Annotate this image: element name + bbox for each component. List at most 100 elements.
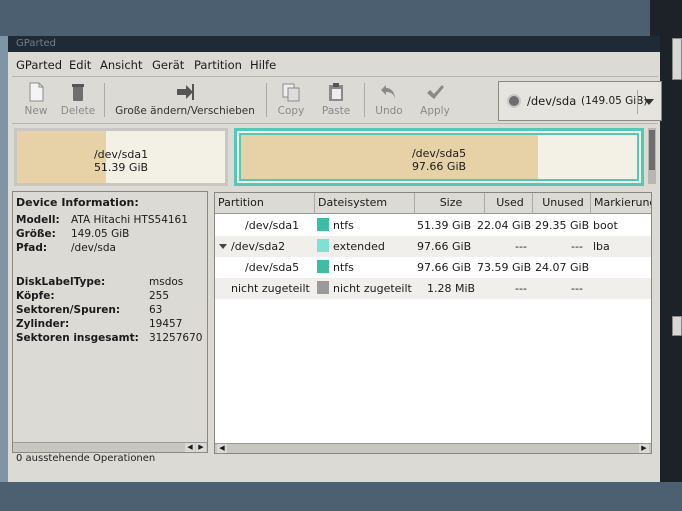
info-value: ATA Hitachi HTS54161 (71, 214, 188, 226)
cell-partition: nicht zugeteilt (231, 282, 310, 295)
column-header-used[interactable]: Used (485, 193, 533, 214)
device-info-title: Device Information: (16, 196, 139, 209)
expander-arrow-icon[interactable] (219, 244, 227, 249)
cell-flags: boot (593, 219, 618, 232)
disk-map-partition-sda5[interactable]: /dev/sda5 97.66 GiB (234, 128, 644, 186)
cell-used: 22.04 GiB (477, 219, 532, 232)
resize-move-button[interactable]: Große ändern/Verschieben (110, 79, 260, 121)
menu-bar: GParted Edit Ansicht Gerät Partition Hil… (8, 55, 660, 75)
partition-size: 51.39 GiB (93, 161, 149, 174)
column-header-partition[interactable]: Partition (215, 193, 315, 214)
new-document-icon (29, 82, 44, 102)
disk-map: /dev/sda1 51.39 GiB /dev/sda5 97.66 GiB (12, 126, 646, 186)
partition-table: Partition Dateisystem Size Used Unused M… (214, 192, 652, 454)
title-bar[interactable]: GParted (8, 36, 660, 52)
cell-unused: --- (571, 240, 583, 253)
cell-flags: lba (593, 240, 610, 253)
cell-partition: /dev/sda1 (245, 219, 300, 232)
paste-button[interactable]: Paste (318, 79, 354, 121)
cell-partition: /dev/sda5 (245, 261, 300, 274)
monitor-top-area (0, 0, 682, 36)
undo-arrow-icon (381, 85, 395, 99)
delete-button[interactable]: Delete (56, 79, 100, 121)
toolbar: New Delete Große ändern/Verschieben Copy… (12, 76, 662, 124)
disk-map-partition-sda5-inner: /dev/sda5 97.66 GiB (239, 133, 639, 181)
copy-button[interactable]: Copy (274, 79, 308, 121)
info-label: Sektoren insgesamt: (16, 332, 139, 344)
table-row[interactable]: /dev/sda1 ntfs 51.39 GiB 22.04 GiB 29.35… (215, 215, 651, 236)
copy-icon (282, 83, 300, 102)
cell-size: 51.39 GiB (417, 219, 472, 232)
info-value: 31257670 (149, 332, 203, 344)
harddisk-icon (507, 94, 521, 108)
cell-used: 73.59 GiB (477, 261, 532, 274)
disk-map-partition-sda1[interactable]: /dev/sda1 51.39 GiB (14, 128, 228, 186)
info-value: /dev/sda (71, 242, 116, 254)
menu-hilfe[interactable]: Hilfe (250, 58, 276, 72)
table-row[interactable]: /dev/sda2 extended 97.66 GiB --- --- lba (215, 236, 651, 257)
cell-size: 97.66 GiB (417, 240, 472, 253)
apply-button[interactable]: Apply (416, 79, 454, 121)
filesystem-color-swatch (317, 281, 329, 294)
menu-edit[interactable]: Edit (69, 58, 91, 72)
table-header: Partition Dateisystem Size Used Unused M… (215, 193, 651, 214)
column-header-flags[interactable]: Markierunge (591, 193, 651, 214)
device-selector[interactable]: /dev/sda (149.05 GiB) (498, 81, 662, 121)
info-label: Größe: (16, 228, 56, 240)
cell-used: --- (515, 282, 527, 295)
resize-arrow-icon (177, 84, 194, 100)
cell-unused: --- (571, 282, 583, 295)
column-header-unused[interactable]: Unused (533, 193, 591, 214)
cell-size: 1.28 MiB (427, 282, 476, 295)
cell-size: 97.66 GiB (417, 261, 472, 274)
partition-size: 97.66 GiB (411, 160, 467, 173)
gparted-window: GParted GParted Edit Ansicht Gerät Parti… (8, 36, 662, 482)
menu-gparted[interactable]: GParted (16, 58, 62, 72)
info-horizontal-scrollbar[interactable]: ◀ ▶ (13, 442, 207, 452)
info-label: Zylinder: (16, 318, 70, 330)
info-value: 255 (149, 290, 170, 302)
info-label: Köpfe: (16, 290, 55, 302)
menu-geraet[interactable]: Gerät (152, 58, 184, 72)
monitor-bottom-area (0, 482, 682, 511)
scroll-left-icon[interactable]: ◀ (185, 443, 195, 452)
filesystem-color-swatch (317, 239, 329, 252)
chevron-down-icon[interactable] (637, 90, 659, 114)
column-header-size[interactable]: Size (415, 193, 485, 214)
toolbar-separator (104, 83, 105, 117)
device-selector-name: /dev/sda (527, 94, 577, 108)
device-info-panel: Device Information: Modell: ATA Hitachi … (12, 191, 208, 453)
background-window-fragment (672, 38, 682, 80)
table-row[interactable]: nicht zugeteilt nicht zugeteilt 1.28 MiB… (215, 278, 651, 299)
cell-filesystem: ntfs (317, 215, 354, 236)
cell-filesystem: nicht zugeteilt (317, 278, 412, 299)
checkmark-icon (427, 85, 444, 99)
info-value: 149.05 GiB (71, 228, 130, 240)
status-bar: 0 ausstehende Operationen (16, 453, 156, 464)
disk-map-scrollbar[interactable] (648, 128, 656, 184)
info-label: Modell: (16, 214, 60, 226)
filesystem-color-swatch (317, 218, 329, 231)
column-header-filesystem[interactable]: Dateisystem (315, 193, 415, 214)
background-window-fragment (672, 316, 682, 336)
info-value: 63 (149, 304, 163, 316)
window-title: GParted (16, 38, 56, 49)
menu-partition[interactable]: Partition (194, 58, 242, 72)
new-button[interactable]: New (18, 79, 54, 121)
partition-name: /dev/sda5 (411, 147, 467, 160)
cell-unused: 29.35 GiB (535, 219, 590, 232)
menu-ansicht[interactable]: Ansicht (100, 58, 142, 72)
toolbar-separator (266, 83, 267, 117)
cell-filesystem: extended (317, 236, 385, 257)
partition-name: /dev/sda1 (93, 148, 149, 161)
scroll-right-icon[interactable]: ▶ (196, 443, 206, 452)
info-label: DiskLabelType: (16, 276, 106, 288)
info-value: 19457 (149, 318, 183, 330)
undo-button[interactable]: Undo (372, 79, 406, 121)
info-label: Pfad: (16, 242, 48, 254)
paste-clipboard-icon (329, 83, 343, 101)
toolbar-separator (364, 83, 365, 117)
info-value: msdos (149, 276, 184, 288)
table-row[interactable]: /dev/sda5 ntfs 97.66 GiB 73.59 GiB 24.07… (215, 257, 651, 278)
filesystem-color-swatch (317, 260, 329, 273)
